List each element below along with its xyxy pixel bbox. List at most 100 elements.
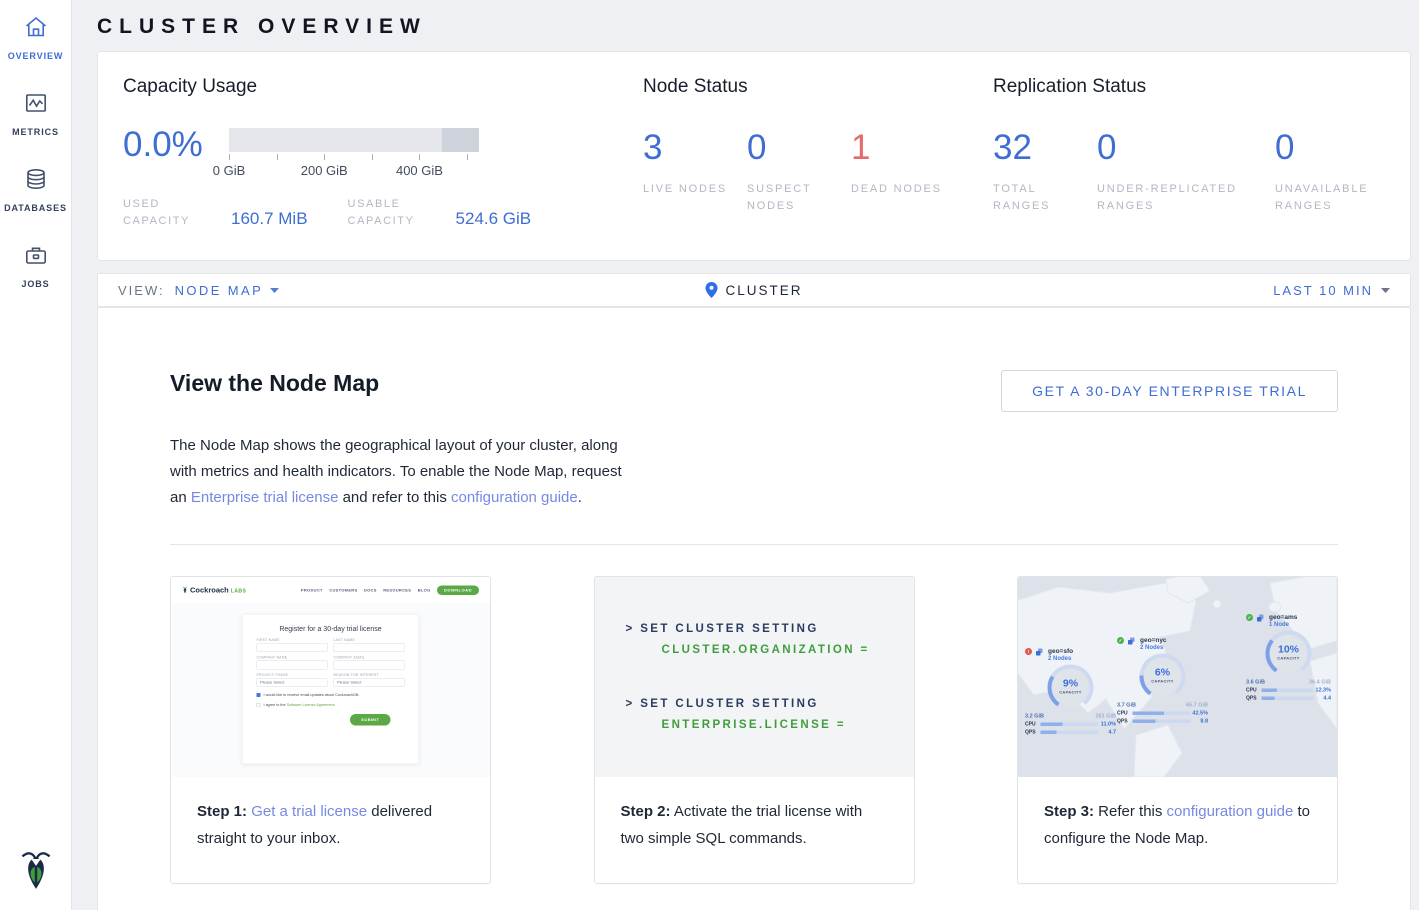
home-icon <box>23 14 49 45</box>
cpu-value: 11.0% <box>1101 721 1116 727</box>
capacity-label: CAPACITY <box>1266 656 1312 661</box>
live-status-icon: ✓ <box>1246 614 1253 621</box>
cpu-label: CPU <box>1025 721 1038 727</box>
capacity-donut: 10% CAPACITY <box>1266 631 1312 677</box>
step3-thumbnail: ! geo=sfo 2 Nodes <box>1018 577 1337 777</box>
jobs-icon <box>23 242 49 273</box>
sidebar-item-metrics[interactable]: METRICS <box>0 90 71 137</box>
dead-nodes-value: 1 <box>851 128 947 168</box>
configuration-guide-link[interactable]: configuration guide <box>451 489 578 506</box>
thumb-cockroach-logo: Cockroach LABS <box>182 586 246 595</box>
live-nodes-value: 3 <box>643 128 739 168</box>
suspect-nodes-label: SUSPECT NODES <box>747 181 839 215</box>
map-locality-sfo: ! geo=sfo 2 Nodes <box>1025 647 1116 735</box>
cpu-value: 42.5% <box>1192 710 1208 716</box>
under-replicated-ranges-stat: 0 UNDER-REPLICATED RANGES <box>1097 128 1275 215</box>
locality-total: 351 GiB <box>1096 713 1116 719</box>
sql-prompt-line: > SET CLUSTER SETTING <box>626 698 914 710</box>
node-map-panel: View the Node Map GET A 30-DAY ENTERPRIS… <box>97 307 1411 910</box>
qps-label: QPS <box>1117 718 1130 724</box>
thumb-nav-item: BLOG <box>418 588 431 593</box>
enterprise-trial-button[interactable]: GET A 30-DAY ENTERPRISE TRIAL <box>1001 370 1338 412</box>
step3-card: ! geo=sfo 2 Nodes <box>1017 576 1338 884</box>
capacity-label: CAPACITY <box>1140 679 1186 684</box>
capacity-bar <box>229 128 479 152</box>
sidebar-item-jobs[interactable]: JOBS <box>0 242 71 289</box>
map-locality-ams: ✓ geo=ams 1 Node <box>1246 613 1331 701</box>
step1-card: Cockroach LABS PRODUCT CUSTOMERS DOCS RE… <box>170 576 491 884</box>
scope-label: CLUSTER <box>725 283 802 298</box>
view-label: VIEW: <box>118 283 165 298</box>
configuration-guide-link[interactable]: configuration guide <box>1167 803 1294 820</box>
page-title: CLUSTER OVERVIEW <box>97 15 1411 39</box>
thumb-checkbox-checked <box>257 693 261 697</box>
locality-node-count: 2 Nodes <box>1140 644 1167 651</box>
dead-nodes-label: DEAD NODES <box>851 181 943 198</box>
nodes-icon <box>1035 647 1045 657</box>
node-status-section: Node Status 3 LIVE NODES 0 SUSPECT NODES… <box>643 76 993 260</box>
sidebar-item-databases[interactable]: DATABASES <box>0 166 71 213</box>
dead-status-icon: ! <box>1025 648 1032 655</box>
nodes-icon <box>1256 613 1266 623</box>
step2-prefix: Step 2: <box>621 803 671 820</box>
used-capacity-value: 160.7 MiB <box>231 209 308 230</box>
cpu-bar <box>1041 722 1099 726</box>
locality-total: 65.7 GiB <box>1186 702 1208 708</box>
thumb-nav-item: DOCS <box>364 588 377 593</box>
thumb-field-label: COMPANY EMAIL <box>334 656 405 660</box>
thumb-submit-button: SUBMIT <box>350 714 390 726</box>
thumb-trial-form: Register for a 30-day trial license FIRS… <box>242 614 419 764</box>
locality-name: geo=nyc <box>1140 636 1167 644</box>
thumb-field-label: COMPANY NAME <box>257 656 328 660</box>
locality-capacity-percent: 6% <box>1140 667 1186 679</box>
qps-bar <box>1041 730 1099 734</box>
get-trial-license-link[interactable]: Get a trial license <box>251 803 367 820</box>
qps-bar <box>1133 719 1191 723</box>
locality-total: 36.4 GiB <box>1309 679 1331 685</box>
thumb-field-input <box>257 661 328 670</box>
locality-name: geo=sfo <box>1048 647 1073 655</box>
qps-bar <box>1262 696 1314 700</box>
enterprise-trial-license-link[interactable]: Enterprise trial license <box>191 489 339 506</box>
thumb-site-header: Cockroach LABS PRODUCT CUSTOMERS DOCS RE… <box>171 577 490 603</box>
thumb-checkbox-label: I would like to receive email updates ab… <box>264 693 360 698</box>
thumb-field-label: REASON FOR INTEREST <box>334 674 405 678</box>
node-status-title: Node Status <box>643 76 993 98</box>
thumb-license-link: Software License Agreement. <box>287 703 336 708</box>
locality-node-count: 1 Node <box>1269 621 1297 628</box>
axis-tick-label: 0 GiB <box>213 163 246 178</box>
content-area: CLUSTER OVERVIEW Capacity Usage 0.0% 0 G… <box>72 0 1419 910</box>
capacity-label: CAPACITY <box>1048 690 1094 695</box>
qps-label: QPS <box>1246 695 1259 701</box>
cluster-summary-card: Capacity Usage 0.0% 0 GiB 200 GiB 400 Gi… <box>97 51 1411 261</box>
thumb-field-label: FIRST NAME <box>257 639 328 643</box>
thumb-checkbox-label: I agree to the Software License Agreemen… <box>264 703 336 708</box>
thumb-nav-item: RESOURCES <box>383 588 411 593</box>
metrics-icon <box>23 90 49 121</box>
chevron-down-icon <box>1381 288 1390 293</box>
time-range-dropdown[interactable]: LAST 10 MIN <box>1273 283 1390 298</box>
live-nodes-label: LIVE NODES <box>643 181 735 198</box>
capacity-usage-section: Capacity Usage 0.0% 0 GiB 200 GiB 400 Gi… <box>123 76 643 260</box>
step3-caption: Step 3: Refer this configuration guide t… <box>1018 777 1337 873</box>
sql-setting-line: ENTERPRISE.LICENSE = <box>662 719 914 731</box>
sidebar-item-label: DATABASES <box>4 203 67 213</box>
locality-used: 3.6 GiB <box>1246 679 1265 685</box>
under-replicated-ranges-value: 0 <box>1097 128 1267 168</box>
thumb-brand-suffix: LABS <box>231 588 247 594</box>
thumb-field-select: Please Select <box>257 678 328 687</box>
locality-used: 3.7 GiB <box>1117 702 1136 708</box>
thumb-field-input <box>257 643 328 652</box>
sidebar-item-overview[interactable]: OVERVIEW <box>0 14 71 61</box>
view-selector-dropdown[interactable]: NODE MAP <box>175 283 280 298</box>
sidebar-item-label: METRICS <box>12 127 59 137</box>
sql-setting-line: CLUSTER.ORGANIZATION = <box>662 644 914 656</box>
databases-icon <box>23 166 49 197</box>
step1-prefix: Step 1: <box>197 803 247 820</box>
replication-status-title: Replication Status <box>993 76 1390 98</box>
sql-prompt-line: > SET CLUSTER SETTING <box>626 623 914 635</box>
locality-used: 3.2 GiB <box>1025 713 1044 719</box>
used-capacity-label: USED CAPACITY <box>123 196 211 230</box>
sidebar-item-label: OVERVIEW <box>8 51 64 61</box>
step2-thumbnail: > SET CLUSTER SETTING CLUSTER.ORGANIZATI… <box>595 577 914 777</box>
